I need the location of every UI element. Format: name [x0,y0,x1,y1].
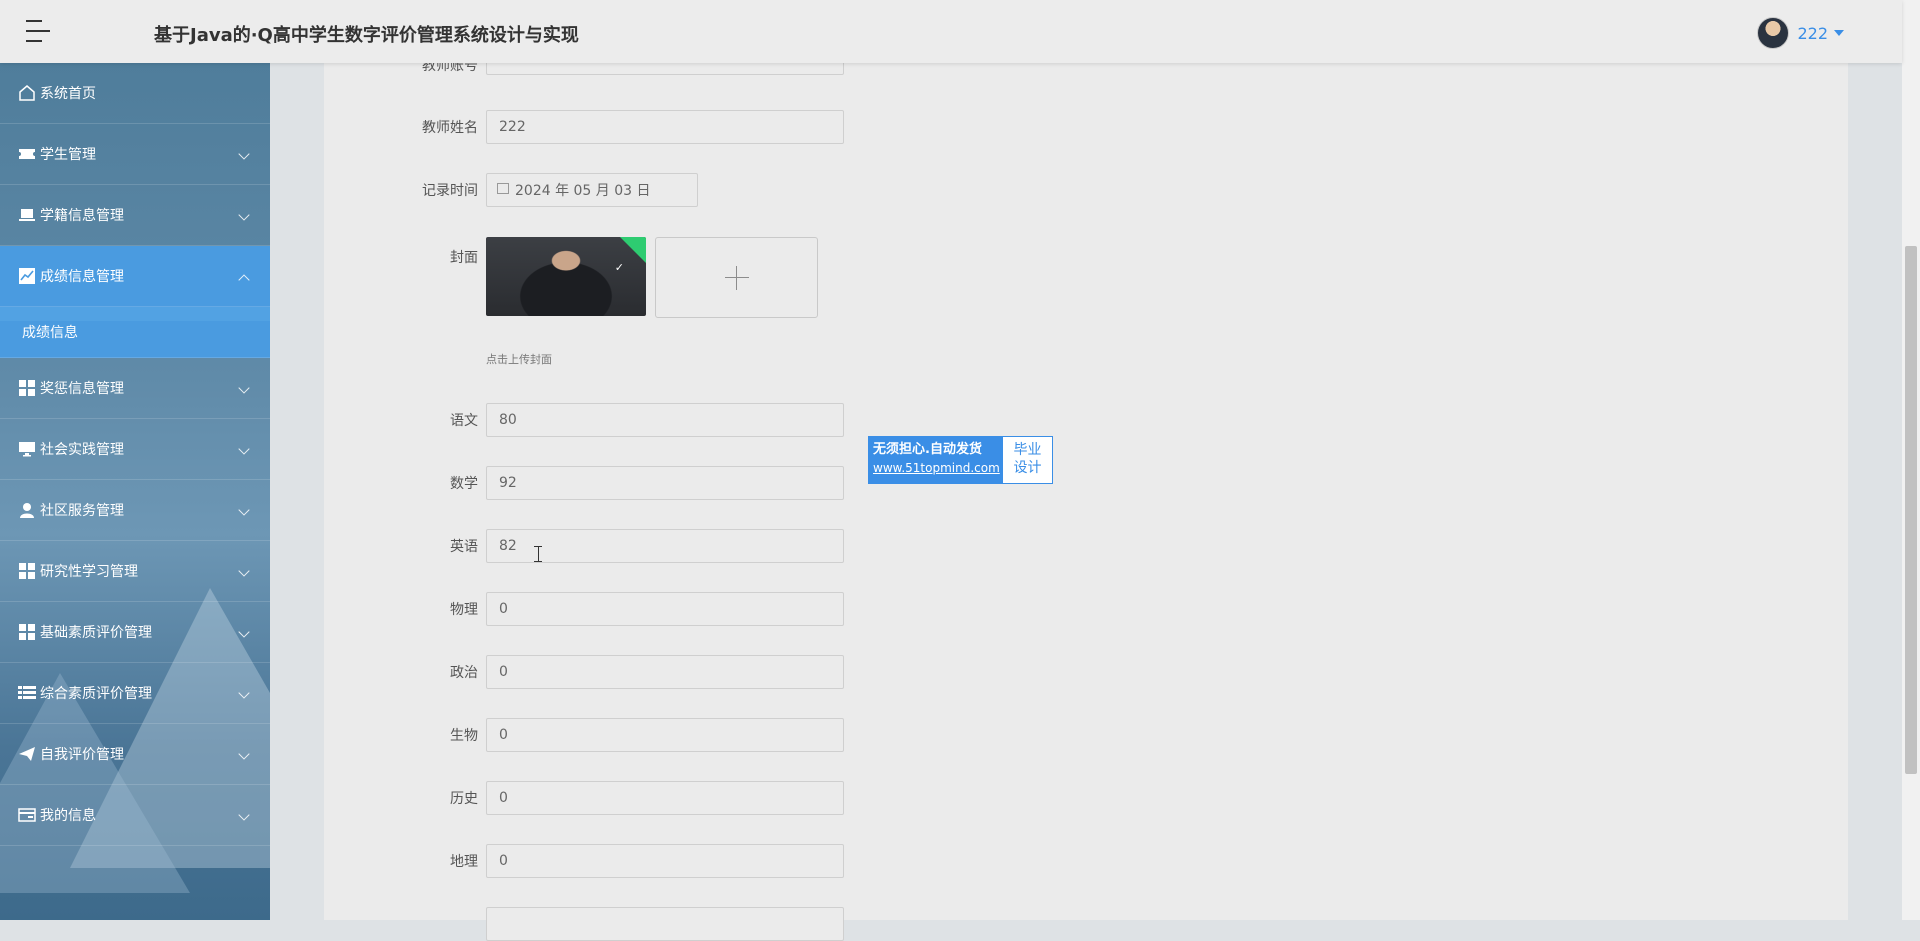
upload-success-badge [620,237,646,263]
sidebar-item-enrollment[interactable]: 学籍信息管理 [0,185,270,246]
promo-badge[interactable]: 无须担心.自动发货 www.51topmind.com 毕业 设计 [868,436,1053,484]
cover-thumbnail[interactable]: ✓ [486,237,646,316]
record-time-value: 2024 年 05 月 03 日 [515,183,651,199]
chevron-down-icon [238,504,250,516]
plus-icon [724,265,749,290]
ticket-icon [17,144,37,164]
sidebar-item-label: 学生管理 [40,147,96,163]
math-field[interactable]: 92 [486,466,844,500]
chevron-down-icon [238,565,250,577]
card-icon [17,805,37,825]
sidebar-item-label: 我的信息 [40,808,96,824]
promo-left: 无须担心.自动发货 www.51topmind.com [869,437,1003,483]
sidebar-item-social-practice[interactable]: 社会实践管理 [0,419,270,480]
physics-label: 物理 [450,602,478,618]
sidebar-item-students[interactable]: 学生管理 [0,124,270,185]
paper-plane-icon [17,744,37,764]
history-field[interactable]: 0 [486,781,844,815]
sidebar-item-label: 成绩信息管理 [40,269,124,285]
text-cursor-icon [534,546,542,562]
user-name[interactable]: 222 [1797,24,1828,43]
history-label: 历史 [450,791,478,807]
app-title: 基于Java的·Q高中学生数字评价管理系统设计与实现 [154,25,579,46]
sidebar-item-label: 自我评价管理 [40,747,124,763]
chinese-field[interactable]: 80 [486,403,844,437]
sidebar-subitem-label: 成绩信息 [22,325,78,341]
grid-icon [17,622,37,642]
promo-right-line2: 设计 [1013,460,1042,476]
promo-right-line1: 毕业 [1013,442,1042,458]
check-icon: ✓ [614,261,624,274]
sidebar-item-label: 社会实践管理 [40,442,124,458]
grid-icon [17,378,37,398]
next-field[interactable] [486,907,844,941]
sidebar-item-research-learning[interactable]: 研究性学习管理 [0,541,270,602]
avatar[interactable] [1757,17,1790,49]
geography-field[interactable]: 0 [486,844,844,878]
sidebar-item-community-service[interactable]: 社区服务管理 [0,480,270,541]
chevron-up-icon [238,274,250,286]
sidebar-item-grades[interactable]: 成绩信息管理 [0,246,270,307]
sidebar-subitem-grade-info[interactable]: 成绩信息 [0,307,270,358]
sidebar-item-label: 奖惩信息管理 [40,381,124,397]
sidebar-item-my-info[interactable]: 我的信息 [0,785,270,846]
record-time-label: 记录时间 [422,183,478,199]
caret-down-icon[interactable] [1834,30,1844,36]
menu-toggle-icon[interactable] [26,20,50,42]
user-menu[interactable]: 222 [1757,17,1844,49]
grid-icon [17,561,37,581]
record-time-field[interactable]: 2024 年 05 月 03 日 [486,173,698,207]
chevron-down-icon [238,748,250,760]
sidebar: 系统首页 学生管理 学籍信息管理 成绩信息管理 成绩信息 奖惩信息管理 社会实践… [0,63,270,920]
list-icon [17,683,37,703]
geography-label: 地理 [450,854,478,870]
page-scrollbar[interactable] [1902,0,1920,920]
sidebar-item-label: 系统首页 [40,86,96,102]
cover-label: 封面 [450,250,478,266]
chevron-down-icon [238,626,250,638]
sidebar-item-basic-quality[interactable]: 基础素质评价管理 [0,602,270,663]
sidebar-item-label: 学籍信息管理 [40,208,124,224]
chevron-down-icon [238,382,250,394]
cover-hint: 点击上传封面 [486,353,552,366]
upload-cover-button[interactable] [655,237,818,318]
sidebar-item-comprehensive-quality[interactable]: 综合素质评价管理 [0,663,270,724]
biology-field[interactable]: 0 [486,718,844,752]
sidebar-item-label: 社区服务管理 [40,503,124,519]
home-icon [17,83,37,103]
sidebar-item-label: 综合素质评价管理 [40,686,152,702]
calendar-icon [497,182,509,194]
sidebar-item-rewards[interactable]: 奖惩信息管理 [0,358,270,419]
promo-link[interactable]: www.51topmind.com [873,459,1000,477]
politics-field[interactable]: 0 [486,655,844,689]
math-label: 数学 [450,476,478,492]
english-label: 英语 [450,539,478,555]
chart-icon [17,266,37,286]
teacher-name-field[interactable]: 222 [486,110,844,144]
sidebar-item-home[interactable]: 系统首页 [0,63,270,124]
monitor-icon [17,439,37,459]
physics-field[interactable]: 0 [486,592,844,626]
chevron-down-icon [238,687,250,699]
laptop-icon [17,205,37,225]
chevron-down-icon [238,809,250,821]
sidebar-item-label: 研究性学习管理 [40,564,138,580]
scrollbar-thumb[interactable] [1905,246,1917,774]
biology-label: 生物 [450,728,478,744]
sidebar-item-label: 基础素质评价管理 [40,625,152,641]
top-header: 基于Java的·Q高中学生数字评价管理系统设计与实现 222 [0,0,1902,63]
politics-label: 政治 [450,665,478,681]
sidebar-item-self-evaluation[interactable]: 自我评价管理 [0,724,270,785]
chevron-down-icon [238,443,250,455]
promo-line1: 无须担心.自动发货 [873,442,982,457]
main-content: 教师账号 222 教师姓名 222 记录时间 2024 年 05 月 03 日 … [324,41,1848,941]
chinese-label: 语文 [450,413,478,429]
teacher-name-label: 教师姓名 [422,120,478,136]
promo-right: 毕业 设计 [1003,437,1052,483]
user-icon [17,500,37,520]
chevron-down-icon [238,209,250,221]
chevron-down-icon [238,148,250,160]
